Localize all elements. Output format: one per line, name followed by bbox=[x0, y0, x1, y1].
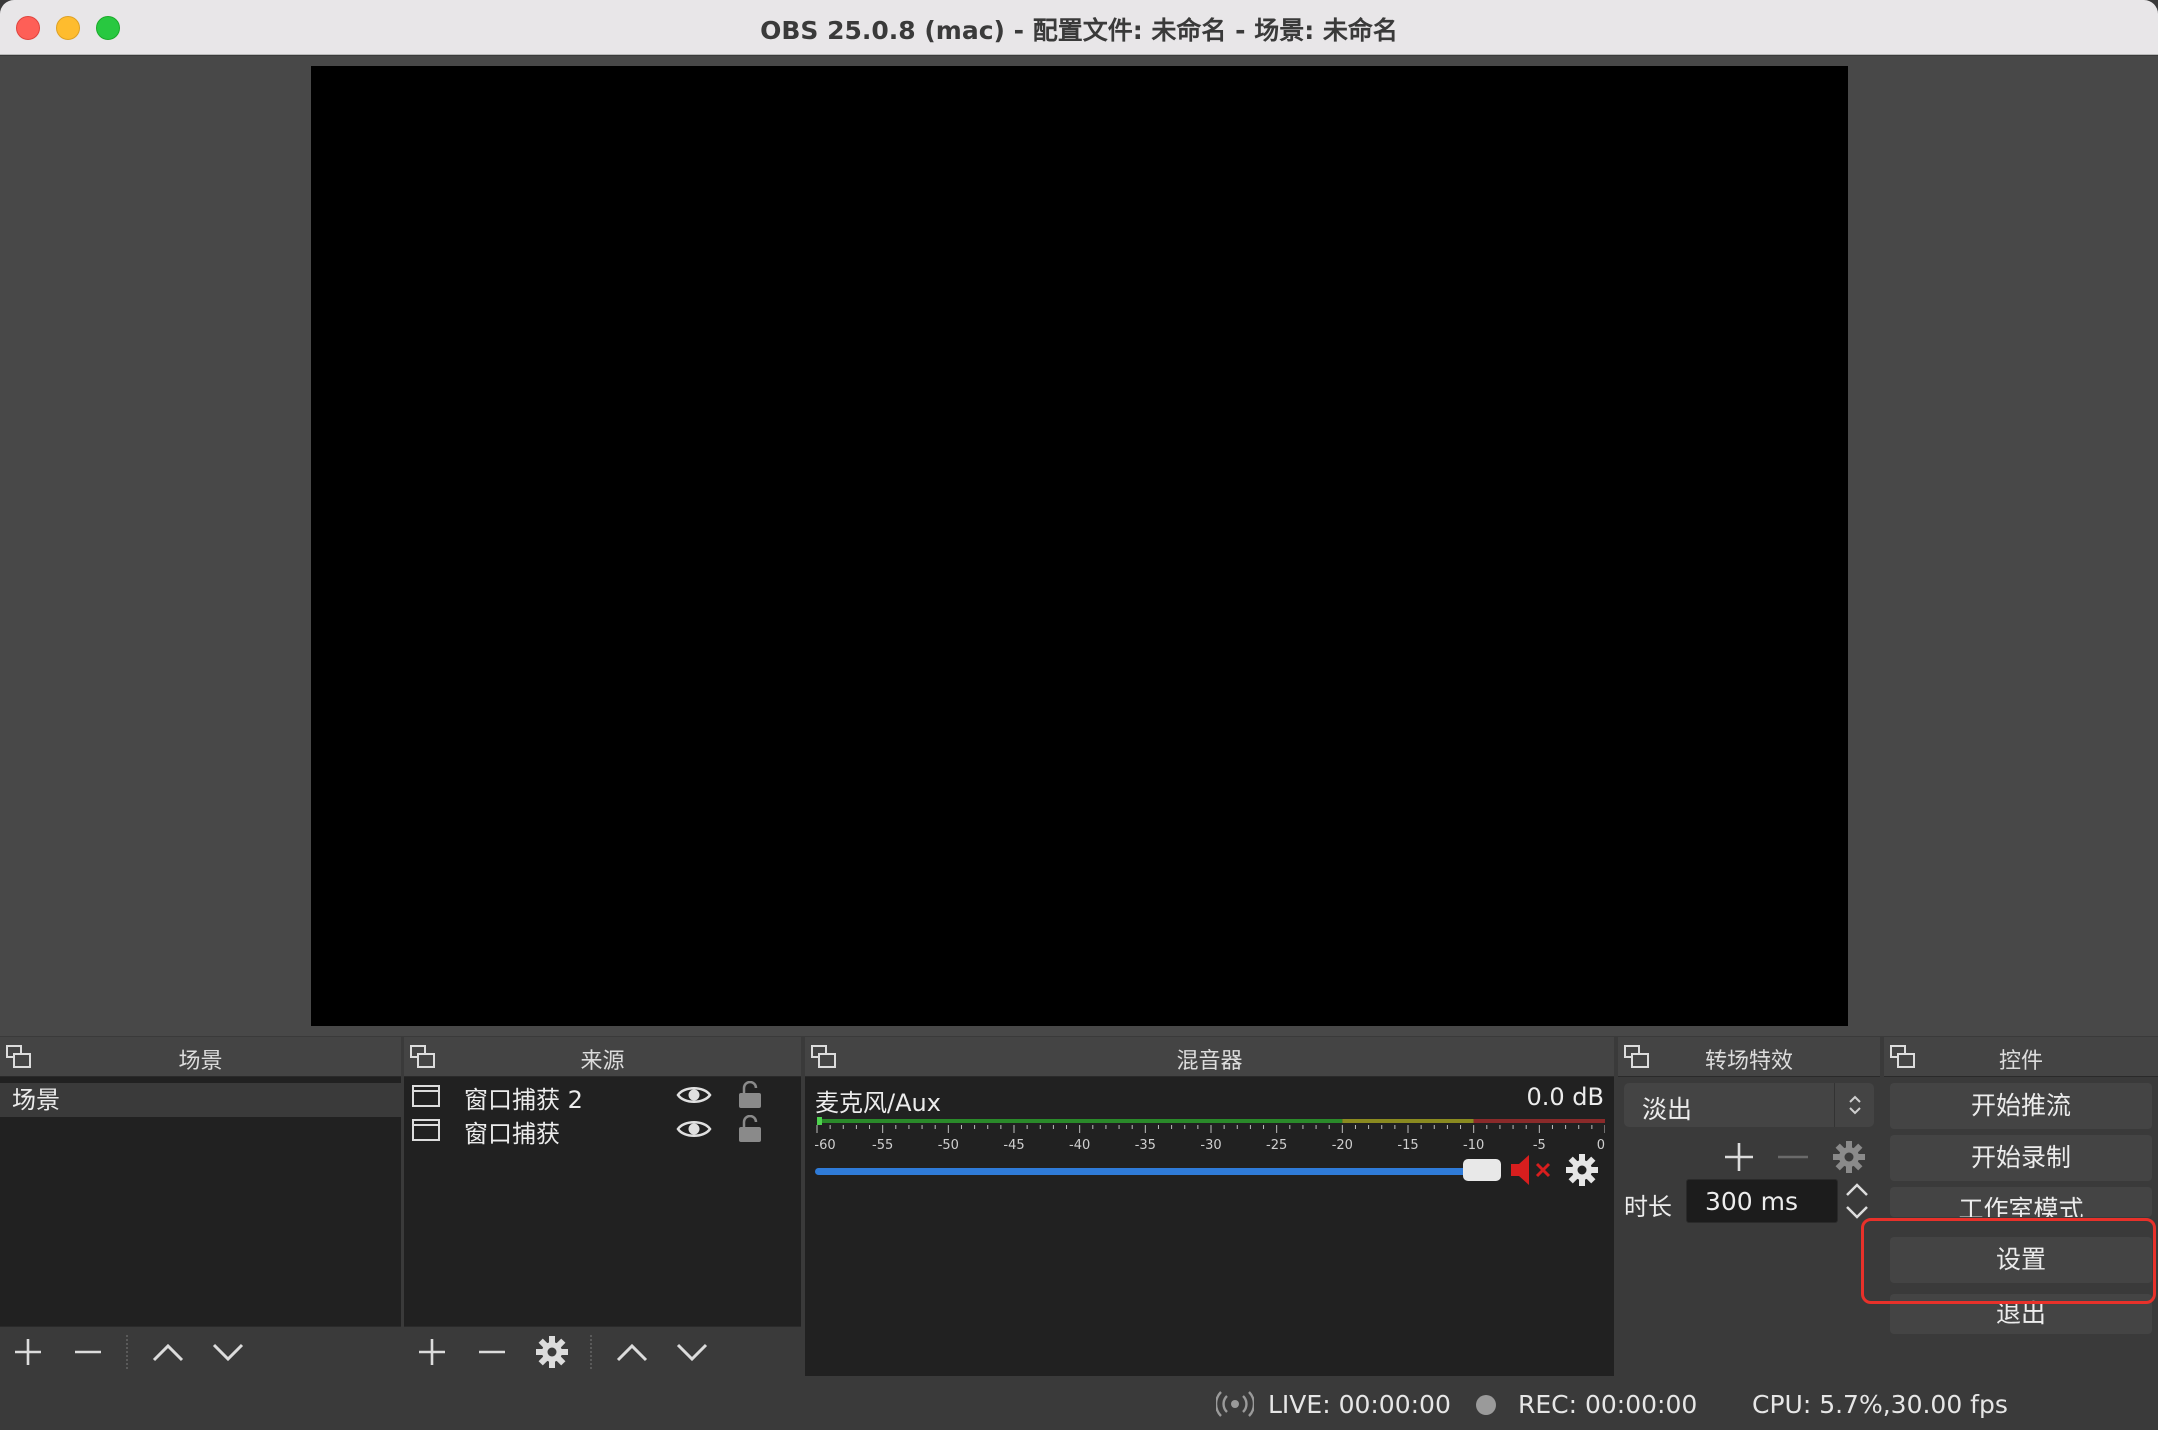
duration-input[interactable]: 300 ms bbox=[1686, 1179, 1838, 1223]
source-label: 窗口捕获 bbox=[464, 1120, 560, 1148]
scenes-dock-header: 场景 bbox=[0, 1037, 401, 1077]
meter-scale-label: -30 bbox=[1200, 1138, 1221, 1153]
audio-level-db: 0.0 dB bbox=[1526, 1083, 1605, 1111]
window-capture-icon bbox=[412, 1085, 440, 1107]
meter-segment bbox=[1342, 1119, 1474, 1123]
eye-icon[interactable] bbox=[676, 1117, 712, 1141]
meter-scale-label: -10 bbox=[1463, 1138, 1484, 1153]
transition-select[interactable]: 淡出 bbox=[1624, 1083, 1874, 1127]
source-item[interactable]: 窗口捕获 2 bbox=[404, 1079, 801, 1114]
chevron-down-icon bbox=[212, 1343, 244, 1362]
window-title: OBS 25.0.8 (mac) - 配置文件: 未命名 - 场景: 未命名 bbox=[760, 16, 1398, 45]
meter-scale-label: -5 bbox=[1533, 1138, 1546, 1153]
volume-slider-track[interactable] bbox=[815, 1168, 1475, 1175]
broadcast-icon bbox=[1216, 1391, 1254, 1417]
transitions-dock-title: 转场特效 bbox=[1704, 1049, 1793, 1074]
cpu-status: CPU: 5.7%,30.00 fps bbox=[1752, 1390, 2008, 1419]
speaker-muted-icon[interactable] bbox=[1509, 1153, 1555, 1187]
studio-mode-button[interactable]: 工作室模式 bbox=[1890, 1187, 2152, 1217]
preview-canvas[interactable] bbox=[311, 66, 1848, 1026]
scenes-toolbar bbox=[0, 1326, 401, 1376]
sources-dock: 来源 窗口捕获 2 窗口捕获 bbox=[404, 1037, 801, 1376]
title-bar: OBS 25.0.8 (mac) - 配置文件: 未命名 - 场景: 未命名 bbox=[0, 0, 2158, 55]
gear-icon bbox=[1833, 1141, 1865, 1173]
scenes-dock-title: 场景 bbox=[178, 1049, 223, 1074]
move-scene-down-button[interactable] bbox=[208, 1333, 248, 1371]
audio-channel-name: 麦克风/Aux bbox=[815, 1089, 941, 1117]
move-source-up-button[interactable] bbox=[612, 1333, 652, 1371]
transition-actions bbox=[1725, 1141, 1865, 1173]
start-recording-button[interactable]: 开始录制 bbox=[1890, 1135, 2152, 1181]
start-streaming-button[interactable]: 开始推流 bbox=[1890, 1083, 2152, 1129]
duration-label: 时长 bbox=[1624, 1193, 1672, 1221]
select-arrows-icon bbox=[1834, 1083, 1874, 1127]
source-properties-button[interactable] bbox=[532, 1333, 572, 1371]
meter-segment bbox=[1473, 1119, 1605, 1123]
remove-scene-button[interactable] bbox=[68, 1333, 108, 1371]
meter-scale-label: -35 bbox=[1135, 1138, 1156, 1153]
minus-icon bbox=[75, 1350, 101, 1354]
unlock-icon[interactable] bbox=[738, 1081, 762, 1109]
toolbar-separator bbox=[590, 1335, 592, 1369]
meter-peak bbox=[817, 1117, 822, 1125]
record-indicator-icon bbox=[1476, 1395, 1496, 1415]
meter-scale-label: -20 bbox=[1332, 1138, 1353, 1153]
move-source-down-button[interactable] bbox=[672, 1333, 712, 1371]
eye-icon[interactable] bbox=[676, 1083, 712, 1107]
controls-dock: 控件 开始推流 开始录制 工作室模式 设置 退出 bbox=[1884, 1037, 2158, 1376]
settings-highlight bbox=[1861, 1218, 2156, 1304]
meter-scale-label: -45 bbox=[1003, 1138, 1024, 1153]
move-scene-up-button[interactable] bbox=[148, 1333, 188, 1371]
gear-icon[interactable] bbox=[1565, 1153, 1599, 1187]
meter-scale-label: -55 bbox=[872, 1138, 893, 1153]
status-bar: LIVE: 00:00:00 REC: 00:00:00 CPU: 5.7%,3… bbox=[0, 1378, 2158, 1430]
chevron-up-icon bbox=[152, 1343, 184, 1362]
meter-scale-label: -15 bbox=[1397, 1138, 1418, 1153]
chevron-down-icon bbox=[676, 1343, 708, 1362]
controls-dock-header: 控件 bbox=[1884, 1037, 2158, 1077]
scenes-dock: 场景 场景 bbox=[0, 1037, 401, 1376]
sources-dock-title: 来源 bbox=[580, 1049, 625, 1074]
add-scene-button[interactable] bbox=[8, 1333, 48, 1371]
minus-icon bbox=[479, 1350, 505, 1354]
meter-scale-label: -50 bbox=[938, 1138, 959, 1153]
meter-scale-label: -25 bbox=[1266, 1138, 1287, 1153]
unlock-icon[interactable] bbox=[738, 1115, 762, 1143]
transition-selected-value: 淡出 bbox=[1642, 1095, 1693, 1124]
transitions-dock: 转场特效 淡出 时长 300 ms bbox=[1618, 1037, 1880, 1376]
toolbar-separator bbox=[126, 1335, 128, 1369]
meter-scale-label: -60 bbox=[815, 1138, 836, 1153]
transitions-dock-header: 转场特效 bbox=[1618, 1037, 1880, 1077]
sources-toolbar bbox=[404, 1326, 801, 1376]
meter-scale-label: -40 bbox=[1069, 1138, 1090, 1153]
remove-source-button[interactable] bbox=[472, 1333, 512, 1371]
gear-icon bbox=[536, 1336, 568, 1368]
add-source-button[interactable] bbox=[412, 1333, 452, 1371]
rec-status: REC: 00:00:00 bbox=[1518, 1390, 1698, 1419]
sources-dock-header: 来源 bbox=[404, 1037, 801, 1077]
source-label: 窗口捕获 2 bbox=[464, 1086, 583, 1114]
preview-area bbox=[0, 56, 2158, 1036]
mixer-dock: 混音器 麦克风/Aux 0.0 dB -60 -55 -50 -45 -40 -35 -30… bbox=[805, 1037, 1614, 1376]
add-transition-button bbox=[1725, 1143, 1753, 1171]
mixer-dock-title: 混音器 bbox=[1176, 1049, 1243, 1074]
duration-value: 300 ms bbox=[1705, 1187, 1799, 1216]
mixer-dock-header: 混音器 bbox=[805, 1037, 1614, 1077]
meter-scale-label: 0 bbox=[1597, 1138, 1605, 1153]
source-item[interactable]: 窗口捕获 bbox=[404, 1113, 801, 1148]
controls-dock-title: 控件 bbox=[1998, 1049, 2043, 1074]
plus-icon bbox=[419, 1339, 445, 1365]
volume-slider-handle[interactable] bbox=[1463, 1159, 1501, 1181]
chevron-up-icon bbox=[616, 1343, 648, 1362]
window-capture-icon bbox=[412, 1119, 440, 1141]
plus-icon bbox=[15, 1339, 41, 1365]
volume-meter: -60 -55 -50 -45 -40 -35 -30 -25 -20 -15 -10 -5 0 bbox=[815, 1117, 1605, 1153]
scene-item[interactable]: 场景 bbox=[0, 1083, 401, 1117]
meter-segment bbox=[817, 1119, 1343, 1123]
live-status: LIVE: 00:00:00 bbox=[1268, 1390, 1451, 1419]
